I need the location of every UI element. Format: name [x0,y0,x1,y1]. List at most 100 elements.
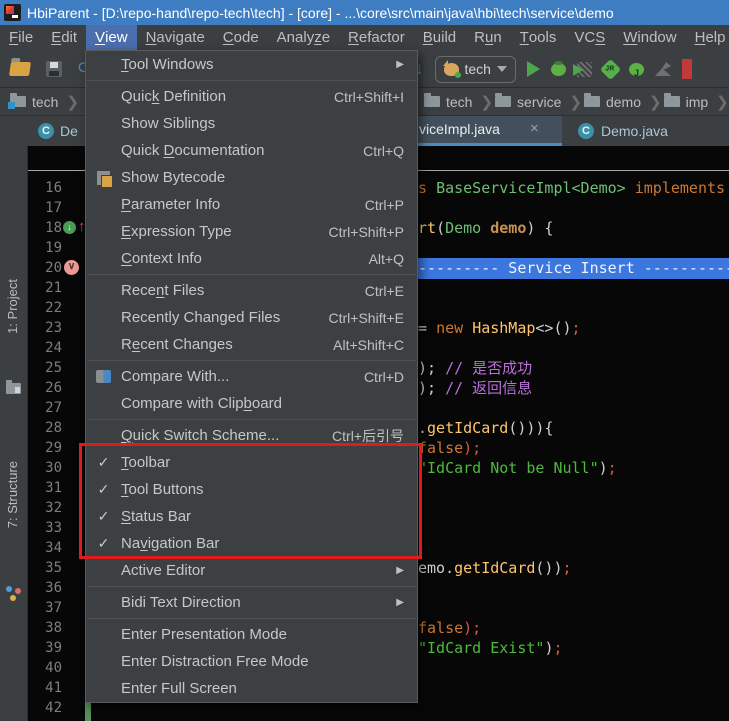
tab-label: viceImpl.java [419,121,500,137]
menu-item-compare-with-clipboard[interactable]: Compare with Clipboard [86,390,417,417]
menu-item-parameter-info[interactable]: Parameter InfoCtrl+P [86,191,417,218]
menu-item-enter-full-screen[interactable]: Enter Full Screen [86,675,417,702]
menubar-item-build[interactable]: Build [414,25,465,50]
stop-icon-partial[interactable] [682,59,692,79]
menu-item-quick-documentation[interactable]: Quick DocumentationCtrl+Q [86,137,417,164]
menubar-item-navigate[interactable]: Navigate [137,25,214,50]
menu-item-show-siblings[interactable]: Show Siblings [86,110,417,137]
breadcrumb-item-tech[interactable]: tech❯ [424,93,495,111]
menu-item-label: Expression Type [121,223,232,240]
run-with-coverage-icon[interactable] [577,62,592,77]
menu-item-bidi-text-direction[interactable]: Bidi Text Direction▶ [86,589,417,616]
debug-icon[interactable] [551,63,566,76]
menu-item-shortcut: Ctrl+Shift+P [329,224,404,240]
menu-item-show-bytecode[interactable]: Show Bytecode [86,164,417,191]
menubar-item-tools[interactable]: Tools [511,25,566,50]
breadcrumb-item-service[interactable]: service❯ [495,93,584,111]
menu-item-label: Active Editor [121,562,205,579]
menu-item-compare-with[interactable]: Compare With...Ctrl+D [86,363,417,390]
menu-item-active-editor[interactable]: Active Editor▶ [86,557,417,584]
breadcrumb-item-imp[interactable]: imp❯ [664,93,729,111]
project-tool-icon[interactable] [6,383,21,394]
checkmark-icon: ✓ [86,481,121,498]
menu-item-shortcut: Alt+Q [369,251,404,267]
breadcrumb-label: service [517,94,561,110]
menu-separator [87,360,416,361]
left-tool-window-bar: 1: Project 7: Structure [0,146,28,721]
menu-item-tool-windows[interactable]: Tool Windows▶ [86,51,417,78]
folder-icon [664,96,680,107]
jprofiler-icon[interactable]: J [629,63,644,76]
overridden-method-gutter-icon[interactable]: ∨ [64,260,79,275]
checkmark-icon: ✓ [86,508,121,525]
chevron-right-icon: ❯ [66,93,79,111]
breadcrumb-item-tech-root[interactable]: tech ❯ [10,93,81,111]
chevron-right-icon: ❯ [649,93,662,111]
folder-icon [495,96,511,107]
line-number: 37 [28,598,62,618]
menu-item-recent-changes[interactable]: Recent ChangesAlt+Shift+C [86,331,417,358]
jprofiler-label: J [634,68,639,78]
menubar-item-vcs[interactable]: VCS [565,25,614,50]
run-icon[interactable] [527,61,540,77]
line-number: 29 [28,438,62,458]
tool-window-button-project[interactable]: 1: Project [5,279,20,334]
menu-item-label: Enter Distraction Free Mode [121,653,309,670]
code-line: ); // 是否成功 [418,358,532,378]
bytecode-icon [86,171,121,185]
menu-item-tool-buttons[interactable]: ✓Tool Buttons [86,476,417,503]
line-number: 18 [28,218,62,238]
close-icon[interactable]: × [530,120,539,137]
diff-icon [96,370,111,383]
menu-item-status-bar[interactable]: ✓Status Bar [86,503,417,530]
menu-item-enter-presentation-mode[interactable]: Enter Presentation Mode [86,621,417,648]
breadcrumb-label: imp [686,94,709,110]
menubar-item-analyze[interactable]: Analyze [268,25,339,50]
menu-item-recently-changed-files[interactable]: Recently Changed FilesCtrl+Shift+E [86,304,417,331]
menu-item-label: Recent Files [121,282,204,299]
menu-item-label: Quick Switch Scheme... [121,427,279,444]
menu-item-quick-switch-scheme[interactable]: Quick Switch Scheme...Ctrl+后引号 [86,422,417,449]
line-number: 41 [28,678,62,698]
code-line: emo.getIdCard()); [418,558,572,578]
tab-label: De [60,123,78,139]
menu-separator [87,618,416,619]
breadcrumb-label: tech [446,94,472,110]
save-all-icon[interactable] [46,61,62,77]
menubar-item-refactor[interactable]: Refactor [339,25,414,50]
menu-item-shortcut: Ctrl+P [365,197,404,213]
structure-tool-icon[interactable] [6,586,21,601]
rocket-disabled-icon [655,62,671,76]
open-project-icon[interactable] [9,62,31,76]
breadcrumb-label: tech [32,94,58,110]
tab-demoserviceimpl-partial[interactable]: C De [38,116,78,146]
jrebel-run-icon[interactable]: JR [600,58,621,79]
menubar-item-code[interactable]: Code [214,25,268,50]
menubar-item-run[interactable]: Run [465,25,511,50]
tab-demo-java[interactable]: C Demo.java [578,116,668,146]
menu-item-toolbar[interactable]: ✓Toolbar [86,449,417,476]
menu-item-quick-definition[interactable]: Quick DefinitionCtrl+Shift+I [86,83,417,110]
menu-item-context-info[interactable]: Context InfoAlt+Q [86,245,417,272]
line-number: 17 [28,198,62,218]
menu-item-navigation-bar[interactable]: ✓Navigation Bar [86,530,417,557]
menubar-item-view[interactable]: View [86,25,137,50]
implements-gutter-icon[interactable]: ↓ [63,221,76,234]
menubar-item-window[interactable]: Window [614,25,685,50]
line-number: 32 [28,498,62,518]
menubar-item-edit[interactable]: Edit [42,25,86,50]
menu-item-enter-distraction-free-mode[interactable]: Enter Distraction Free Mode [86,648,417,675]
run-configuration-select[interactable]: tech [435,56,516,83]
menubar-item-file[interactable]: File [0,25,42,50]
menu-item-expression-type[interactable]: Expression Type Ctrl+Shift+P [86,218,417,245]
code-line: .getIdCard())){ [418,418,553,438]
menu-bar: FileEditViewNavigateCodeAnalyzeRefactorB… [0,25,729,50]
diff-icon [86,370,121,383]
breadcrumb-item-demo[interactable]: demo❯ [584,93,664,111]
menubar-item-help[interactable]: Help [686,25,729,50]
line-number: 27 [28,398,62,418]
tool-window-button-structure[interactable]: 7: Structure [5,461,20,528]
line-number: 42 [28,698,62,718]
menu-item-recent-files[interactable]: Recent FilesCtrl+E [86,277,417,304]
submenu-arrow-icon: ▶ [396,597,404,608]
